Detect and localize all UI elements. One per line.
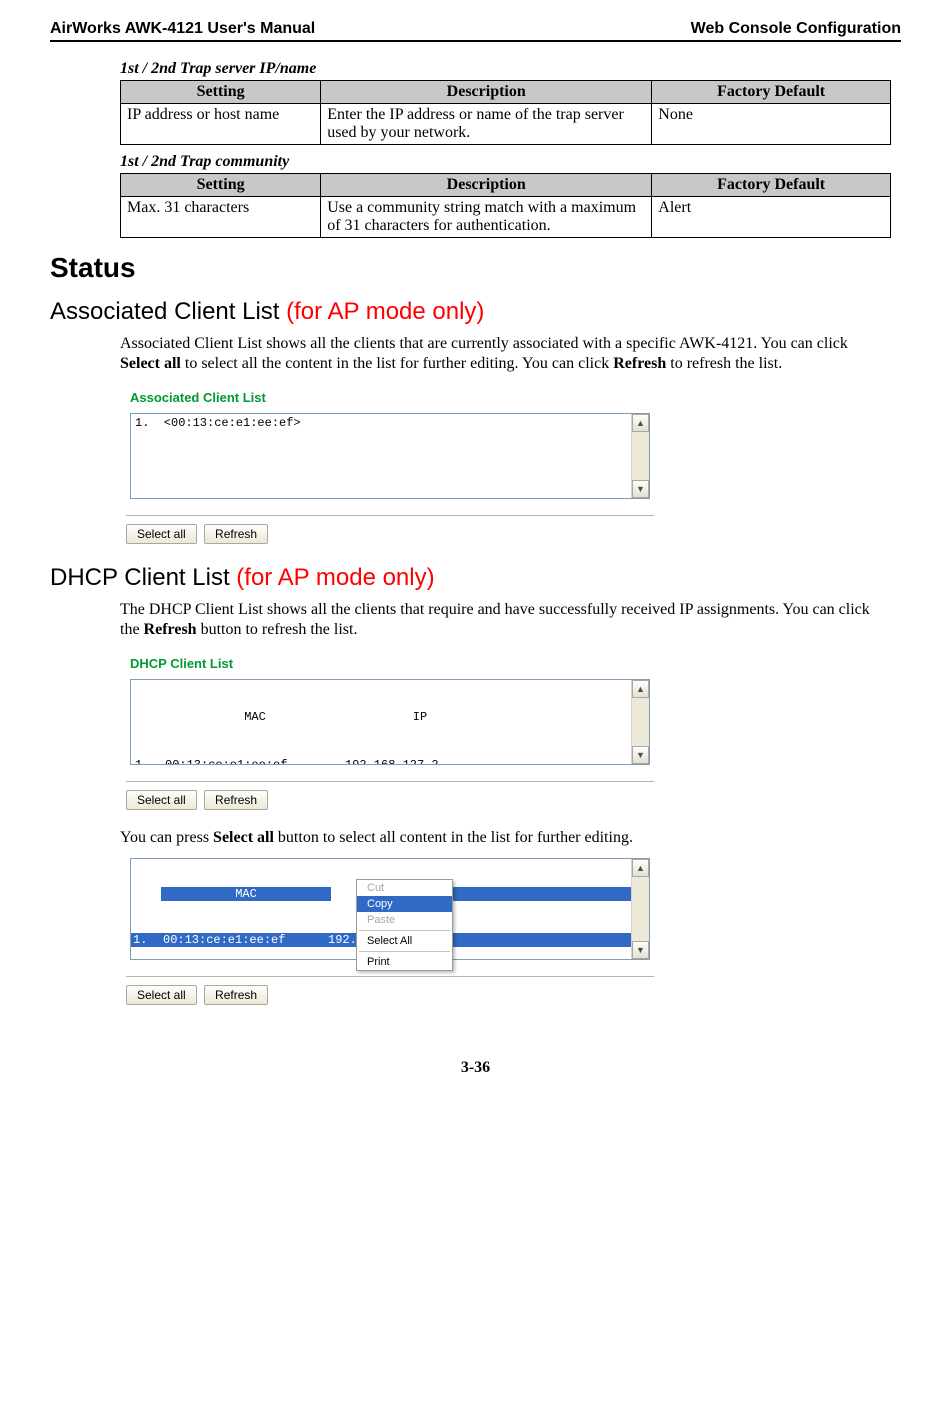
select-all-button[interactable]: Select all [126, 985, 197, 1005]
assoc-listbox[interactable]: 1. <00:13:ce:e1:ee:ef> ▲ ▼ [130, 413, 650, 499]
bold-selectall: Select all [120, 355, 181, 372]
cell-factory: None [652, 104, 891, 145]
text: to refresh the list. [666, 355, 782, 372]
col-mac-header: MAC [165, 710, 345, 724]
cell-description: Use a community string match with a maxi… [321, 197, 652, 238]
select-all-button[interactable]: Select all [126, 524, 197, 544]
cell-description: Enter the IP address or name of the trap… [321, 104, 652, 145]
scroll-down-icon[interactable]: ▼ [632, 480, 649, 498]
bold-selectall: Select all [213, 829, 274, 846]
table-trap-community: Setting Description Factory Default Max.… [120, 173, 891, 238]
dhcp-paragraph-2: You can press Select all button to selec… [120, 828, 891, 848]
th-description: Description [321, 174, 652, 197]
dhcp-heading-main: DHCP Client List [50, 564, 236, 591]
th-factory: Factory Default [652, 81, 891, 104]
dhcp-listbox[interactable]: MAC IP 1. 00:13:ce:e1:ee:ef 192.168.127.… [130, 679, 650, 765]
text: Associated Client List shows all the cli… [120, 335, 848, 352]
row-mac: 00:13:ce:e1:ee:ef [165, 758, 345, 764]
th-setting: Setting [121, 174, 321, 197]
bold-refresh: Refresh [144, 621, 197, 638]
text: to select all the content in the list fo… [181, 355, 613, 372]
assoc-list-content: 1. <00:13:ce:e1:ee:ef> [131, 414, 631, 498]
th-factory: Factory Default [652, 174, 891, 197]
scroll-up-icon[interactable]: ▲ [632, 680, 649, 698]
scrollbar[interactable]: ▲ ▼ [631, 859, 649, 959]
header-rule [50, 40, 901, 42]
assoc-paragraph: Associated Client List shows all the cli… [120, 334, 891, 374]
page-number: 3-36 [50, 1059, 901, 1077]
cell-setting: Max. 31 characters [121, 197, 321, 238]
row-mac: 00:13:ce:e1:ee:ef [163, 933, 328, 947]
bold-refresh: Refresh [613, 355, 666, 372]
scrollbar[interactable]: ▲ ▼ [631, 680, 649, 764]
row-num: 1. [131, 933, 163, 947]
dhcp-paragraph: The DHCP Client List shows all the clien… [120, 600, 891, 640]
assoc-heading-main: Associated Client List [50, 298, 286, 325]
table2-caption: 1st / 2nd Trap community [120, 153, 891, 171]
ctx-print[interactable]: Print [357, 954, 452, 970]
dhcp-list-content: MAC IP 1. 00:13:ce:e1:ee:ef 192.168.127.… [131, 680, 631, 764]
th-description: Description [321, 81, 652, 104]
ctx-paste[interactable]: Paste [357, 912, 452, 928]
dhcp-heading: DHCP Client List (for AP mode only) [50, 564, 891, 592]
text: You can press [120, 829, 213, 846]
scrollbar[interactable]: ▲ ▼ [631, 414, 649, 498]
header-left: AirWorks AWK-4121 User's Manual [50, 20, 315, 38]
header-right: Web Console Configuration [691, 20, 901, 38]
text: button to refresh the list. [197, 621, 358, 638]
col-mac-header: MAC [161, 887, 331, 901]
ctx-copy[interactable]: Copy [357, 896, 452, 912]
separator [126, 515, 654, 516]
scroll-up-icon[interactable]: ▲ [632, 414, 649, 432]
row-num: 1. [135, 758, 165, 764]
table-row: Max. 31 characters Use a community strin… [121, 197, 891, 238]
dhcp-heading-red: (for AP mode only) [236, 564, 434, 591]
th-setting: Setting [121, 81, 321, 104]
separator [126, 781, 654, 782]
refresh-button[interactable]: Refresh [204, 985, 268, 1005]
refresh-button[interactable]: Refresh [204, 524, 268, 544]
select-all-button[interactable]: Select all [126, 790, 197, 810]
table-trap-server: Setting Description Factory Default IP a… [120, 80, 891, 145]
assoc-panel-title: Associated Client List [120, 384, 660, 413]
dhcp-screenshot: DHCP Client List MAC IP 1. 00:13:ce:e1:e… [120, 650, 660, 816]
row-ip: 192.168.127.2 [345, 758, 495, 764]
refresh-button[interactable]: Refresh [204, 790, 268, 810]
cell-factory: Alert [652, 197, 891, 238]
context-menu[interactable]: Cut Copy Paste Select All Print [356, 879, 453, 971]
dhcp-selected-listbox[interactable]: MAC IP 1. 00:13:ce:e1:ee:ef 192.168.127.… [130, 858, 650, 960]
assoc-heading: Associated Client List (for AP mode only… [50, 298, 891, 326]
dhcp-selected-screenshot: MAC IP 1. 00:13:ce:e1:ee:ef 192.168.127.… [120, 858, 660, 1011]
col-blank [131, 887, 161, 901]
assoc-heading-red: (for AP mode only) [286, 298, 484, 325]
scroll-down-icon[interactable]: ▼ [632, 941, 649, 959]
ctx-separator [359, 951, 450, 952]
table1-caption: 1st / 2nd Trap server IP/name [120, 60, 891, 78]
col-ip-header: IP [345, 710, 495, 724]
ctx-cut[interactable]: Cut [357, 880, 452, 896]
separator [126, 976, 654, 977]
col-blank [135, 710, 165, 724]
list-item[interactable]: 1. 00:13:ce:e1:ee:ef 192.168.127.2 [135, 752, 627, 764]
ctx-separator [359, 930, 450, 931]
text: button to select all content in the list… [274, 829, 633, 846]
assoc-screenshot: Associated Client List 1. <00:13:ce:e1:e… [120, 384, 660, 550]
scroll-down-icon[interactable]: ▼ [632, 746, 649, 764]
ctx-selectall[interactable]: Select All [357, 933, 452, 949]
dhcp-panel-title: DHCP Client List [120, 650, 660, 679]
status-heading: Status [50, 252, 891, 284]
table-row: IP address or host name Enter the IP add… [121, 104, 891, 145]
scroll-up-icon[interactable]: ▲ [632, 859, 649, 877]
cell-setting: IP address or host name [121, 104, 321, 145]
